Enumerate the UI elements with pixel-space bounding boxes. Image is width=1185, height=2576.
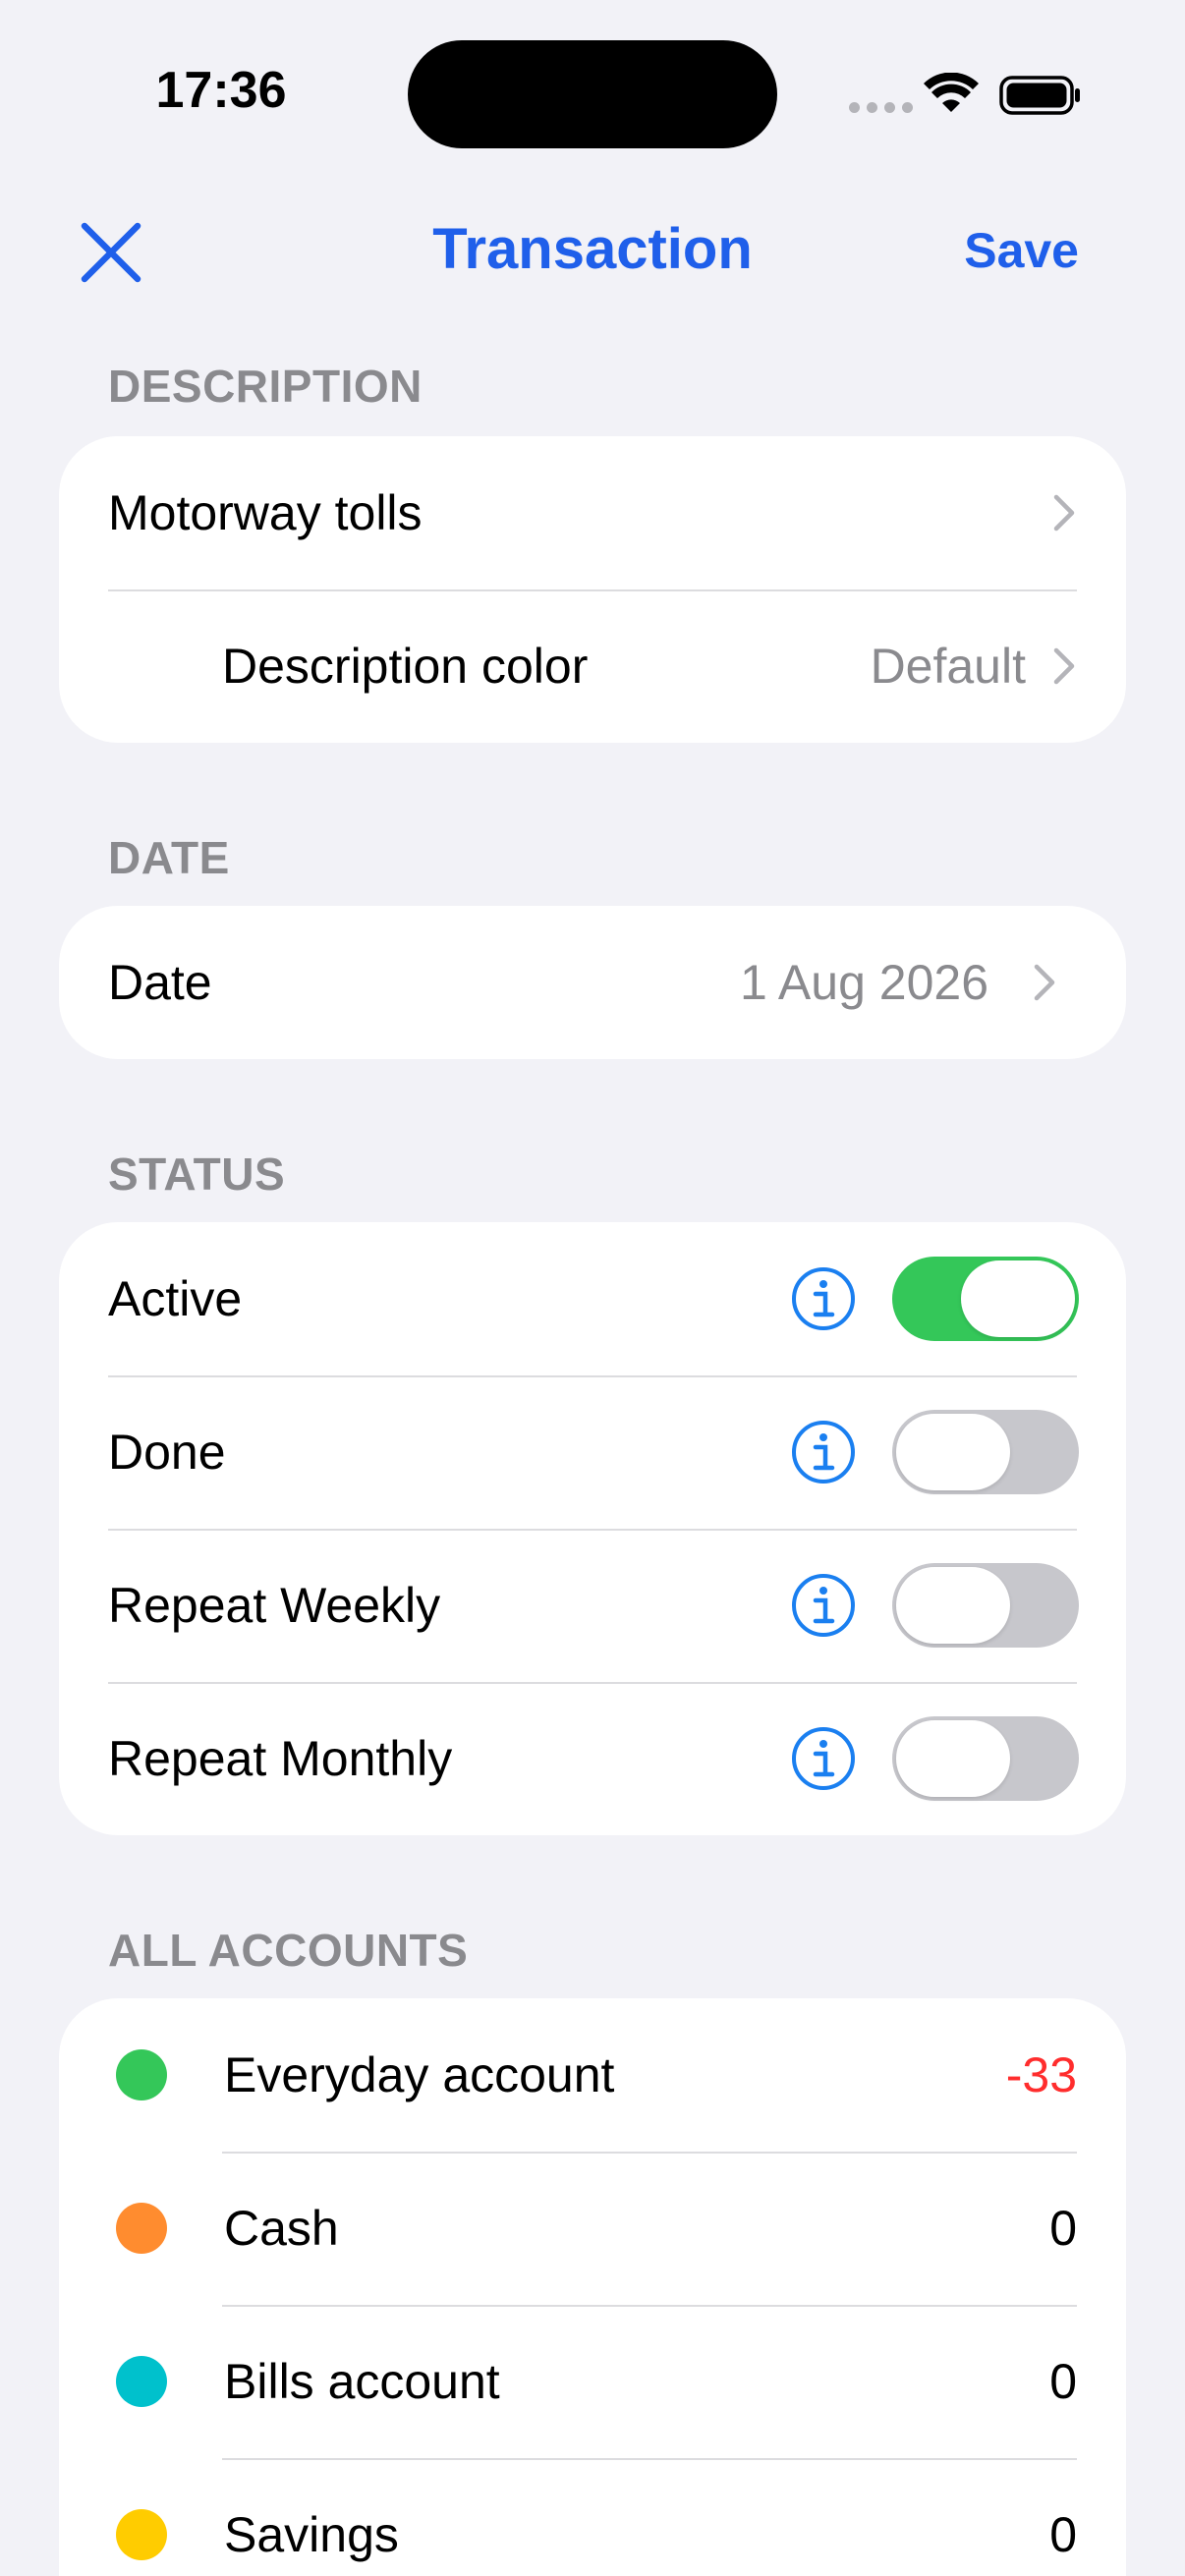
accounts-card: Everyday account -33 Cash 0 Bills accoun…: [59, 1998, 1126, 2576]
info-icon[interactable]: [790, 1572, 857, 1639]
save-button[interactable]: Save: [964, 222, 1079, 279]
description-color-row[interactable]: Description color Default: [59, 589, 1126, 743]
description-color-label: Description color: [222, 639, 589, 694]
active-toggle[interactable]: [892, 1257, 1079, 1341]
date-row[interactable]: Date 1 Aug 2026: [59, 906, 1126, 1059]
account-name: Savings: [224, 2507, 399, 2562]
account-row[interactable]: Cash 0: [59, 2152, 1126, 2305]
chevron-right-icon: [1053, 647, 1075, 685]
description-text: Motorway tolls: [108, 485, 423, 540]
account-row[interactable]: Bills account 0: [59, 2305, 1126, 2458]
cellular-signal-icon: [849, 102, 913, 113]
status-time: 17:36: [155, 62, 287, 119]
status-row-active: Active: [59, 1222, 1126, 1375]
accounts-section-header: ALL ACCOUNTS: [108, 1925, 469, 1976]
account-color-dot: [116, 2203, 167, 2254]
status-label: Active: [108, 1271, 243, 1326]
account-balance: -33: [1005, 2047, 1077, 2102]
status-card: Active Done Repeat Weekly Repeat Monthly: [59, 1222, 1126, 1835]
account-color-dot: [116, 2509, 167, 2560]
chevron-right-icon: [1053, 494, 1075, 532]
date-label: Date: [108, 955, 212, 1010]
date-section-header: DATE: [108, 832, 230, 883]
status-label: Repeat Monthly: [108, 1731, 453, 1786]
status-label: Done: [108, 1425, 226, 1480]
date-card: Date 1 Aug 2026: [59, 906, 1126, 1059]
info-icon[interactable]: [790, 1419, 857, 1485]
description-section-header: DESCRIPTION: [108, 361, 423, 412]
account-name: Everyday account: [224, 2047, 615, 2102]
account-color-dot: [116, 2356, 167, 2407]
account-color-dot: [116, 2049, 167, 2100]
status-bar: 17:36: [0, 0, 1185, 187]
chevron-right-icon: [1034, 964, 1055, 1001]
repeat-monthly-toggle[interactable]: [892, 1716, 1079, 1801]
done-toggle[interactable]: [892, 1410, 1079, 1494]
status-row-repeat-monthly: Repeat Monthly: [59, 1682, 1126, 1835]
dynamic-island: [408, 40, 777, 148]
account-row[interactable]: Everyday account -33: [59, 1998, 1126, 2152]
account-balance: 0: [1049, 2354, 1077, 2409]
account-name: Bills account: [224, 2354, 500, 2409]
description-row[interactable]: Motorway tolls: [59, 436, 1126, 589]
nav-bar: Transaction Save: [0, 187, 1185, 314]
status-row-repeat-weekly: Repeat Weekly: [59, 1529, 1126, 1682]
description-color-value: Default: [870, 639, 1026, 694]
status-label: Repeat Weekly: [108, 1578, 441, 1633]
repeat-weekly-toggle[interactable]: [892, 1563, 1079, 1648]
date-value: 1 Aug 2026: [739, 955, 988, 1010]
status-section-header: STATUS: [108, 1148, 286, 1200]
account-name: Cash: [224, 2201, 339, 2256]
wifi-icon: [924, 73, 979, 112]
info-icon[interactable]: [790, 1265, 857, 1332]
battery-icon: [999, 76, 1080, 115]
description-card: Motorway tolls Description color Default: [59, 436, 1126, 743]
account-balance: 0: [1049, 2201, 1077, 2256]
account-balance: 0: [1049, 2507, 1077, 2562]
status-row-done: Done: [59, 1375, 1126, 1529]
info-icon[interactable]: [790, 1725, 857, 1792]
account-row[interactable]: Savings 0: [59, 2458, 1126, 2576]
